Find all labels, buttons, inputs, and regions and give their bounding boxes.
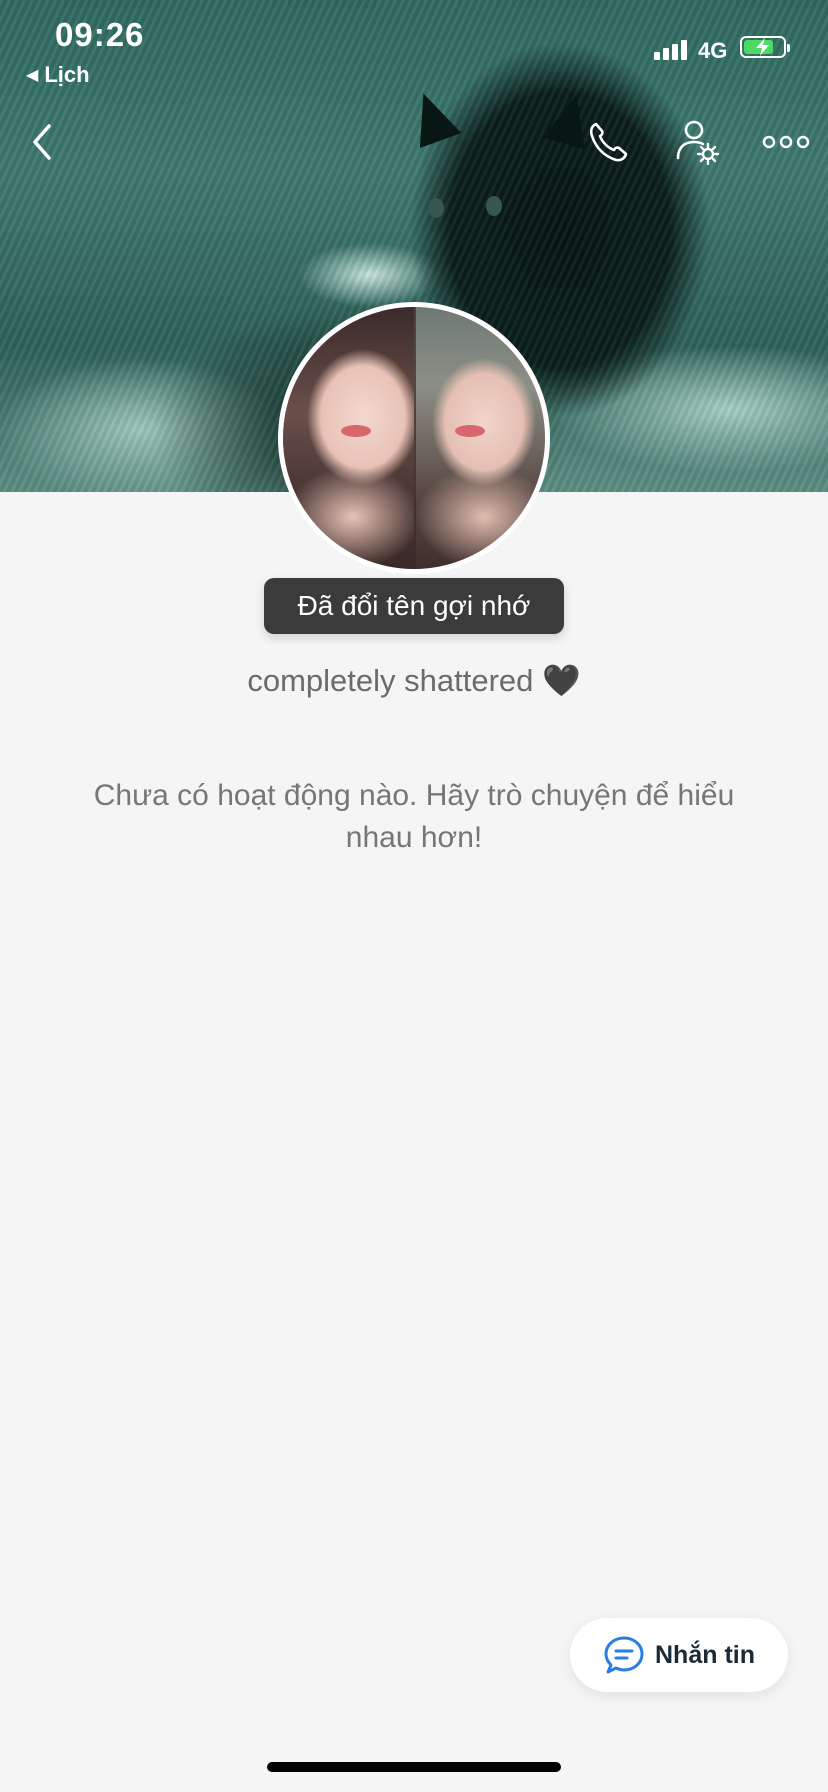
empty-activity-message: Chưa có hoạt động nào. Hãy trò chuyện để…: [93, 779, 735, 854]
avatar-photo-right: [414, 307, 545, 569]
back-to-app-link[interactable]: ◀ Lịch: [26, 62, 90, 88]
cat-eye-left: [428, 198, 444, 218]
phone-icon: [589, 122, 628, 162]
more-horizontal-icon: [762, 135, 810, 149]
status-bar: 09:26 ◀ Lịch 4G: [0, 0, 828, 96]
avatar-photo-left: [283, 307, 414, 569]
avatar-lips-right: [455, 425, 485, 437]
message-button-label: Nhắn tin: [655, 1640, 755, 1669]
message-button[interactable]: Nhắn tin: [570, 1618, 788, 1692]
profile-status-text: completely shattered: [247, 663, 534, 698]
charging-bolt-icon: [756, 38, 769, 56]
chevron-left-icon: [33, 124, 51, 160]
network-type: 4G: [698, 38, 728, 63]
user-settings-icon: [676, 120, 720, 166]
avatar[interactable]: [278, 302, 550, 574]
battery-icon: [740, 36, 790, 58]
status-time: 09:26: [55, 16, 145, 53]
avatar-divider: [414, 307, 416, 569]
more-button[interactable]: [758, 114, 814, 170]
black-heart-emoji: 🖤: [542, 663, 581, 698]
profile-settings-button[interactable]: [670, 114, 726, 170]
avatar-lips-left: [341, 425, 371, 437]
home-indicator: [267, 1762, 561, 1772]
back-button[interactable]: [14, 114, 70, 170]
call-button[interactable]: [580, 114, 636, 170]
profile-status: completely shattered 🖤: [0, 662, 828, 699]
cat-eye-right: [486, 196, 502, 216]
back-triangle-icon: ◀: [26, 67, 39, 84]
chat-bubble-icon: [604, 1636, 644, 1674]
back-app-label: Lịch: [44, 62, 90, 87]
rename-toast: Đã đổi tên gợi nhớ: [264, 578, 564, 634]
